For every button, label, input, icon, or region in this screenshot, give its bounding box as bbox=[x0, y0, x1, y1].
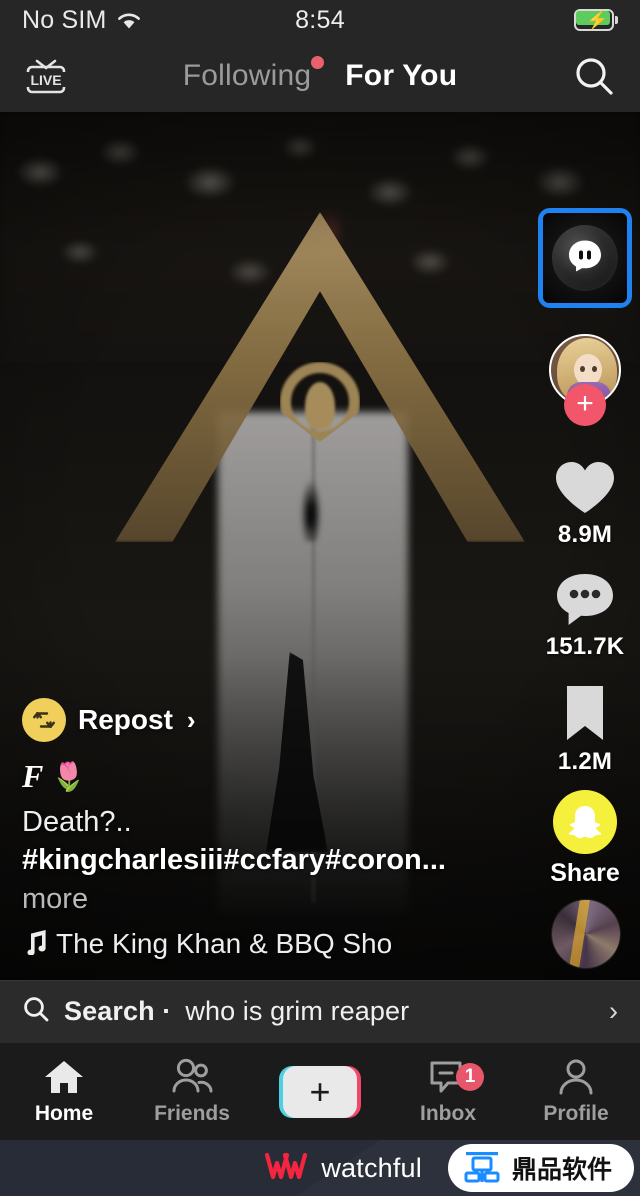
like-button[interactable]: 8.9M bbox=[549, 457, 621, 549]
music-title: The King Khan & BBQ Sho bbox=[56, 928, 393, 959]
heart-icon bbox=[556, 462, 614, 513]
follow-button[interactable]: + bbox=[564, 384, 606, 426]
partner-label: 鼎品软件 bbox=[511, 1156, 612, 1184]
music-row[interactable]: The King Khan & BBQ Sho bbox=[22, 928, 492, 960]
comment-count: 151.7K bbox=[545, 633, 625, 660]
tab-for-you-label: For You bbox=[345, 59, 458, 92]
nav-item-profile[interactable]: Profile bbox=[512, 1057, 640, 1126]
effect-button-focused[interactable] bbox=[538, 208, 632, 308]
username-row[interactable]: F 🌷 bbox=[22, 758, 492, 795]
battery-charging-icon: ⚡ bbox=[574, 9, 618, 31]
svg-text:LIVE: LIVE bbox=[30, 72, 61, 88]
creator-avatar[interactable]: + bbox=[549, 334, 621, 426]
feed-tabs: Following For You bbox=[0, 56, 640, 93]
share-button[interactable]: Share bbox=[549, 790, 621, 888]
status-bar-right: ⚡ bbox=[574, 9, 618, 31]
nav-label-profile: Profile bbox=[543, 1102, 609, 1125]
watchful-label: watchful bbox=[321, 1152, 422, 1183]
save-count: 1.2M bbox=[557, 748, 613, 775]
status-bar: No SIM 8:54 ⚡ bbox=[0, 0, 640, 40]
nav-item-friends[interactable]: Friends bbox=[128, 1057, 256, 1126]
repost-button[interactable]: Repost › bbox=[22, 698, 492, 743]
share-label: Share bbox=[550, 859, 620, 887]
snapchat-icon bbox=[553, 790, 617, 854]
repost-icon bbox=[22, 698, 66, 743]
post-meta: Repost › F 🌷 Death?.. #kingcharlesiii#cc… bbox=[22, 698, 492, 960]
nav-item-create[interactable]: + bbox=[256, 1065, 384, 1118]
comment-button[interactable]: 151.7K bbox=[546, 569, 624, 661]
partner-brand: 鼎品软件 bbox=[447, 1144, 634, 1192]
chevron-right-icon: › bbox=[186, 704, 196, 735]
live-tv-icon[interactable]: LIVE bbox=[20, 50, 72, 102]
caption-hashtags: #kingcharlesiii#ccfary#coron... bbox=[22, 844, 446, 877]
status-bar-time: 8:54 bbox=[295, 5, 345, 34]
search-suggestion-bar[interactable]: Search · who is grim reaper › bbox=[0, 980, 640, 1042]
search-suggestion-label: Search · bbox=[64, 996, 172, 1026]
tiktok-app-screen: No SIM 8:54 ⚡ LIVE Following For You + 8… bbox=[0, 0, 640, 1196]
repost-label: Repost bbox=[78, 704, 173, 736]
comment-icon bbox=[557, 574, 613, 625]
save-button[interactable]: 1.2M bbox=[549, 682, 621, 776]
profile-icon bbox=[559, 1059, 593, 1095]
nav-label-friends: Friends bbox=[154, 1102, 230, 1125]
tab-following[interactable]: Following bbox=[182, 56, 325, 93]
music-disc-icon[interactable] bbox=[552, 900, 620, 968]
create-plus-icon[interactable]: + bbox=[279, 1065, 361, 1118]
nav-label-home: Home bbox=[34, 1102, 94, 1125]
username-emoji: 🌷 bbox=[51, 761, 87, 793]
search-suggestion-query: who is grim reaper bbox=[185, 996, 410, 1026]
nav-item-inbox[interactable]: 1 Inbox bbox=[384, 1057, 512, 1126]
plus-icon: + bbox=[576, 387, 594, 420]
home-icon bbox=[45, 1061, 83, 1093]
search-icon[interactable] bbox=[568, 50, 620, 102]
username-glyph: F bbox=[22, 758, 44, 795]
tab-following-label: Following bbox=[182, 59, 312, 92]
dingpin-logo-icon bbox=[464, 1148, 500, 1189]
friends-icon bbox=[172, 1058, 213, 1093]
chevron-right-icon: › bbox=[609, 996, 618, 1026]
create-plus-symbol: + bbox=[309, 1070, 331, 1112]
inbox-badge: 1 bbox=[456, 1063, 484, 1091]
watchful-brand: watchful bbox=[263, 1151, 422, 1186]
watermark-footer: watchful 鼎品软件 bbox=[0, 1140, 640, 1196]
bookmark-icon bbox=[567, 686, 603, 740]
caption-text: Death?.. bbox=[22, 806, 132, 839]
tab-for-you[interactable]: For You bbox=[345, 59, 457, 93]
nav-label-inbox: Inbox bbox=[420, 1102, 476, 1125]
top-navigation-bar: LIVE Following For You bbox=[0, 40, 640, 112]
caption-more-link[interactable]: more bbox=[22, 883, 88, 915]
ghost-bubble-icon bbox=[565, 238, 605, 279]
watchful-logo-icon bbox=[263, 1151, 309, 1186]
nav-item-home[interactable]: Home bbox=[0, 1057, 128, 1126]
music-note-icon bbox=[22, 929, 46, 960]
bottom-navigation-bar: Home Friends + 1 Inbox Profile bbox=[0, 1042, 640, 1140]
like-count: 8.9M bbox=[557, 521, 613, 548]
caption-hashtags-row[interactable]: #kingcharlesiii#ccfary#coron... more bbox=[22, 841, 492, 918]
search-icon bbox=[22, 995, 50, 1028]
following-badge-dot bbox=[311, 56, 325, 69]
